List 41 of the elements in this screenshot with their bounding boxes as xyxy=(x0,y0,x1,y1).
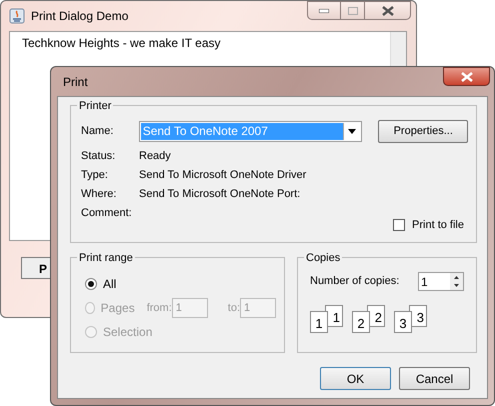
field-value: Send To Microsoft OneNote Port: xyxy=(139,187,300,202)
field-label: from: xyxy=(146,300,172,316)
dialog-title: Print xyxy=(63,74,88,91)
caret-icon xyxy=(348,129,356,134)
field-label: Number of copies: xyxy=(310,274,400,290)
properties-button[interactable]: Properties... xyxy=(378,120,468,143)
radio-button[interactable] xyxy=(85,278,97,290)
page-number: 2 xyxy=(352,311,370,333)
copies-spinner[interactable]: 1 xyxy=(418,272,464,291)
maximize-icon xyxy=(348,6,358,14)
checkbox[interactable] xyxy=(393,218,406,231)
field-label: Name: xyxy=(81,124,114,140)
checkbox-label: Print to file xyxy=(412,218,464,232)
field-label: Status: xyxy=(81,149,116,164)
window-title: Print Dialog Demo xyxy=(31,8,128,25)
group-label: Copies xyxy=(304,250,342,266)
text-content: Techknow Heights - we make IT easy xyxy=(22,36,221,50)
close-button[interactable] xyxy=(364,1,411,20)
close-icon xyxy=(460,72,472,82)
field-value: Ready xyxy=(139,149,171,164)
page-number: 3 xyxy=(394,311,412,333)
minimize-icon xyxy=(319,8,329,12)
spinner-arrows-icon xyxy=(450,273,463,290)
field-value: Send To Microsoft OneNote Driver xyxy=(139,168,306,184)
ok-button[interactable]: OK xyxy=(320,367,391,390)
field-label: to: xyxy=(228,300,240,316)
close-button[interactable] xyxy=(443,67,490,86)
page-number: 1 xyxy=(310,311,328,333)
radio-dot-icon xyxy=(88,281,94,287)
radio-label: Selection xyxy=(103,324,152,341)
minimize-button[interactable] xyxy=(307,1,341,20)
close-icon xyxy=(382,6,394,16)
field-label: Type: xyxy=(81,168,109,184)
group-label: Print range xyxy=(77,250,135,266)
cancel-button[interactable]: Cancel xyxy=(399,367,470,390)
radio-label: Pages xyxy=(100,300,135,317)
field-label: Comment: xyxy=(81,206,133,222)
radio-label: All xyxy=(103,276,116,293)
maximize-button[interactable] xyxy=(340,1,365,20)
field-label: Where: xyxy=(81,187,118,202)
java-icon xyxy=(9,8,25,24)
